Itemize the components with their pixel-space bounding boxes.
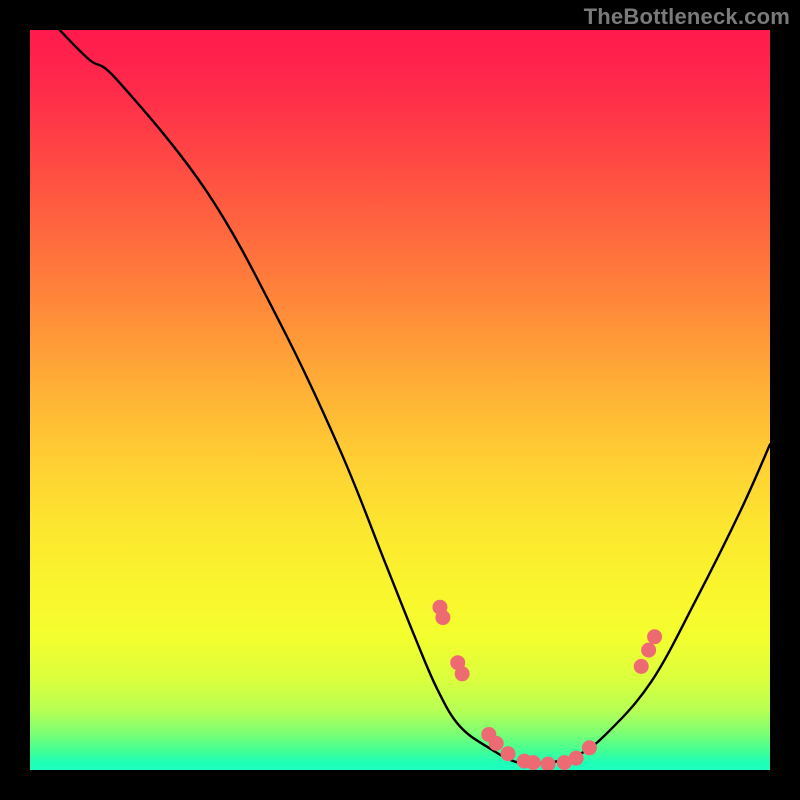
- bottleneck-curve: [30, 30, 770, 770]
- chart-frame: TheBottleneck.com: [0, 0, 800, 800]
- data-point: [489, 736, 504, 751]
- data-point: [541, 757, 556, 770]
- data-point: [634, 659, 649, 674]
- data-point: [501, 746, 516, 761]
- plot-area: [30, 30, 770, 770]
- data-point: [641, 643, 656, 658]
- watermark-text: TheBottleneck.com: [584, 4, 790, 30]
- data-point: [435, 610, 450, 625]
- data-point: [455, 666, 470, 681]
- data-point: [569, 751, 584, 766]
- data-point: [526, 755, 541, 770]
- curve-path: [60, 30, 770, 764]
- data-point: [582, 740, 597, 755]
- data-point: [647, 629, 662, 644]
